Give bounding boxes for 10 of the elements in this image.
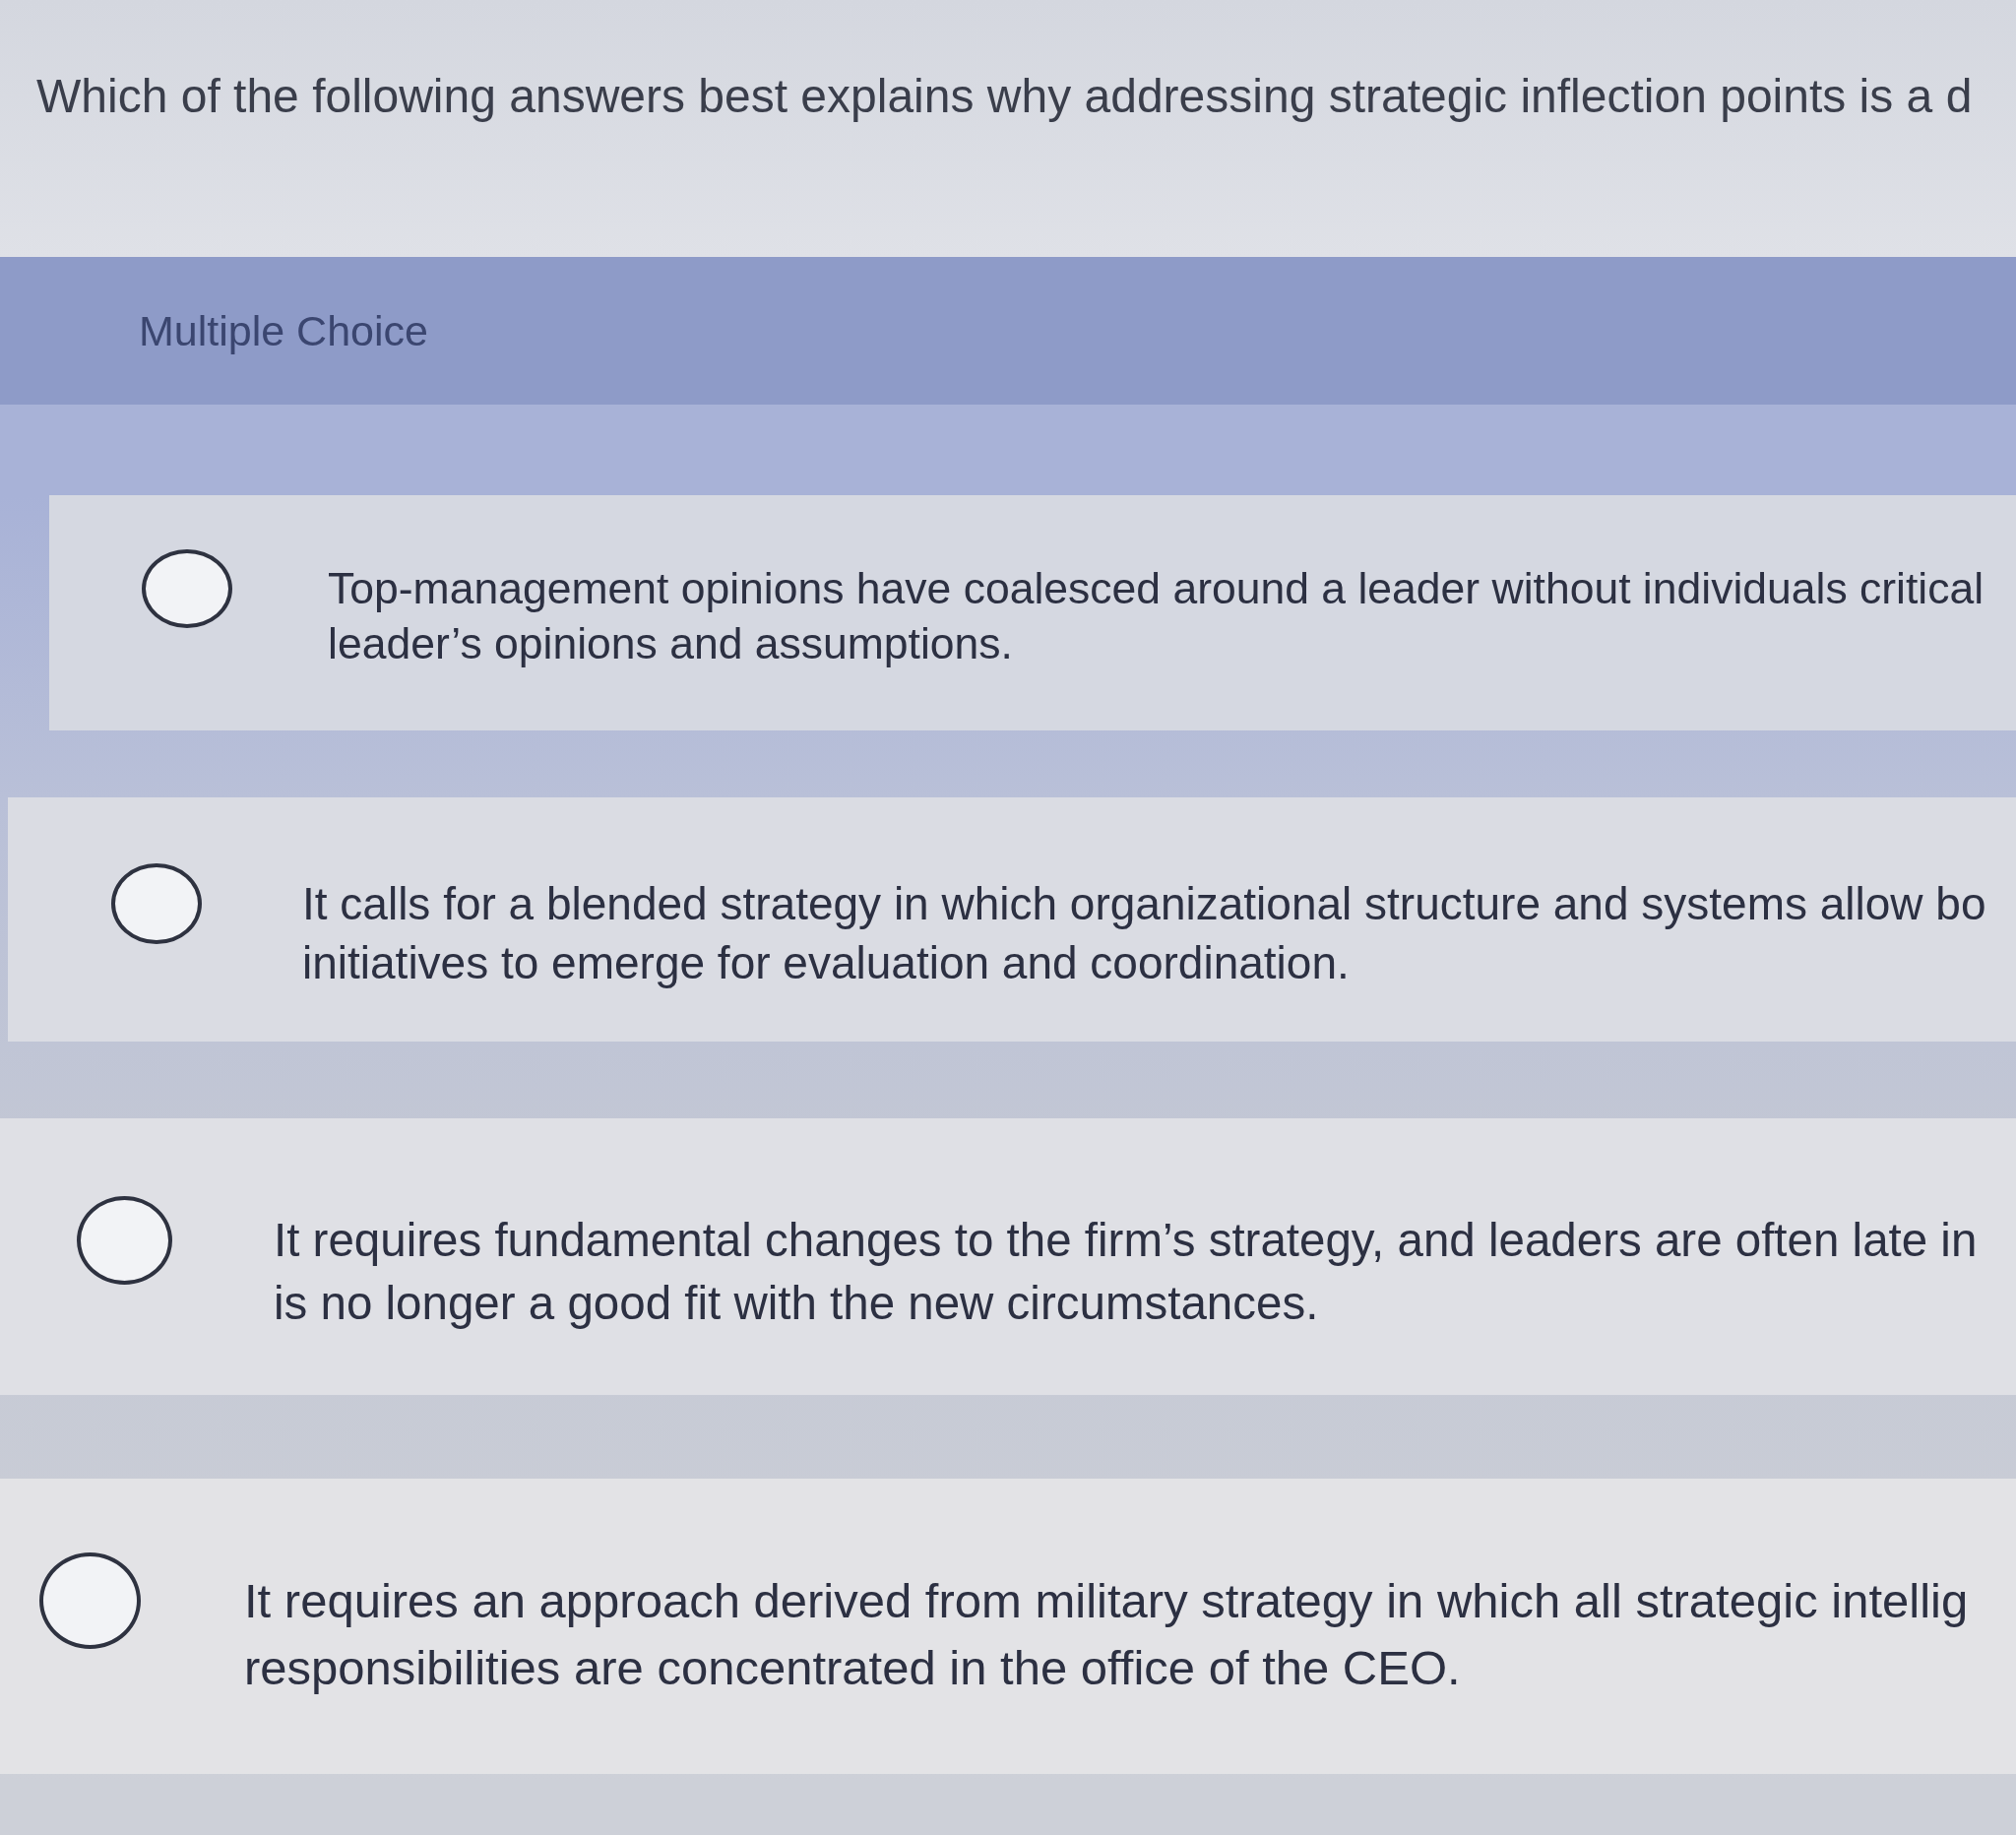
answer-option-card[interactable]: Top-management opinions have coalesced around a leader without individuals critical leader’s opinions and assumptions. [49,495,2016,730]
answer-option-card[interactable]: It calls for a blended strategy in which organizational structure and systems allow bo initiatives to emerge for evaluation and coordination. [8,797,2016,1042]
answer-option-card[interactable]: It requires an approach derived from military strategy in which all strategic intellig responsibilities are concentrated in the office of the CEO. [0,1479,2016,1774]
answer-option-card[interactable]: It requires fundamental changes to the firm’s strategy, and leaders are often late in is no longer a good fit with the new circumstances. [0,1118,2016,1395]
answer-text: It calls for a blended strategy in which organizational structure and systems allow bo initiatives to emerge for evaluation and coordination. [302,877,1986,990]
answer-text: It requires fundamental changes to the firm’s strategy, and leaders are often late in is no longer a good fit with the new circumstances. [274,1213,1978,1331]
section-label: Multiple Choice [139,306,428,355]
answer-text: Top-management opinions have coalesced around a leader without individuals critical leader’s opinions and assumptions. [328,563,1984,669]
question-text: Which of the following answers best explains why addressing strategic inflection points is a d [36,69,1973,124]
answer-text: It requires an approach derived from military strategy in which all strategic intellig responsibilities are concentrated in the office of the CEO. [244,1573,1969,1696]
